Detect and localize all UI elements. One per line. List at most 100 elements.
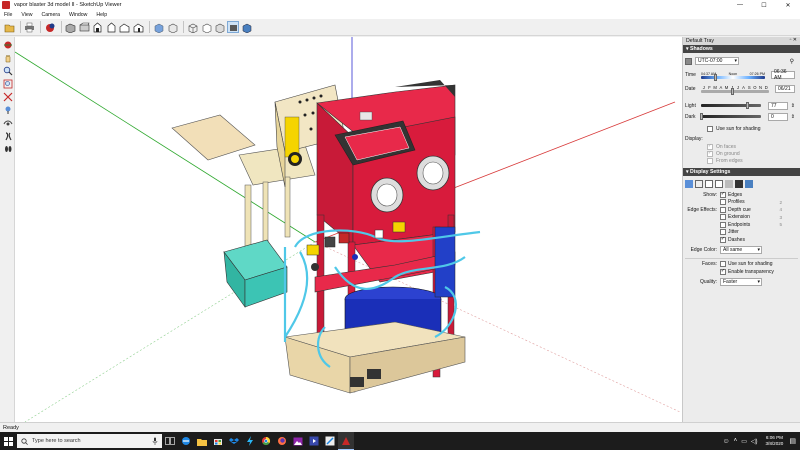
media-player-icon[interactable] <box>306 432 322 450</box>
shaded-icon[interactable] <box>214 21 226 33</box>
footprint-icon[interactable] <box>2 143 13 154</box>
light-spinner[interactable]: ⇕ <box>791 103 795 109</box>
xray-icon[interactable] <box>153 21 165 33</box>
pan-icon[interactable] <box>2 52 13 63</box>
light-slider-thumb[interactable] <box>745 102 749 109</box>
depth-cue-checkbox[interactable] <box>720 206 726 213</box>
use-sun-shading-checkbox[interactable] <box>720 261 726 268</box>
top-view-icon[interactable] <box>78 21 90 33</box>
style-xray-icon[interactable] <box>685 179 693 188</box>
on-ground-checkbox[interactable]: ✓ <box>707 150 713 157</box>
iso-view-icon[interactable] <box>65 21 77 33</box>
info-icon[interactable]: ⚲ <box>790 58 794 65</box>
date-field[interactable]: 06/21 <box>775 85 795 93</box>
back-view-icon[interactable] <box>119 21 131 33</box>
left-view-icon[interactable] <box>132 21 144 33</box>
time-slider-thumb[interactable] <box>713 73 717 81</box>
lightning-app-icon[interactable] <box>242 432 258 450</box>
dark-slider[interactable] <box>699 113 761 120</box>
photos-icon[interactable] <box>290 432 306 450</box>
jitter-checkbox[interactable] <box>720 229 726 236</box>
taskbar-search[interactable]: Type here to search <box>17 434 162 448</box>
microphone-icon[interactable] <box>152 437 158 445</box>
task-view-icon[interactable] <box>162 432 178 450</box>
dashes-checkbox[interactable]: ✓ <box>720 236 726 243</box>
file-explorer-icon[interactable] <box>194 432 210 450</box>
wireframe-icon[interactable] <box>187 21 199 33</box>
dark-spinner[interactable]: ⇕ <box>791 114 795 120</box>
endpoints-checkbox[interactable] <box>720 221 726 228</box>
on-faces-checkbox[interactable]: ✓ <box>707 143 713 150</box>
sketchup-viewer-icon[interactable] <box>338 432 354 450</box>
taskbar-clock[interactable]: 6:06 PM 3/8/2020 <box>765 435 783 446</box>
paint-icon[interactable] <box>322 432 338 450</box>
firefox-icon[interactable] <box>274 432 290 450</box>
close-button[interactable]: ✕ <box>776 0 800 10</box>
shadow-toggle-icon[interactable] <box>685 57 692 65</box>
right-view-icon[interactable] <box>105 21 117 33</box>
position-camera-icon[interactable] <box>2 104 13 115</box>
windows-start-icon[interactable] <box>0 432 16 450</box>
style-shaded-icon[interactable] <box>725 179 733 188</box>
walk-icon[interactable] <box>2 130 13 141</box>
menu-window[interactable]: Window <box>69 12 87 18</box>
style-back-edges-icon[interactable] <box>695 179 703 188</box>
menu-file[interactable]: File <box>4 12 12 18</box>
edge-color-select[interactable]: All same ▾ <box>720 245 762 254</box>
menu-camera[interactable]: Camera <box>42 12 60 18</box>
open-icon[interactable] <box>3 21 15 33</box>
time-slider[interactable] <box>701 73 765 81</box>
store-icon[interactable] <box>210 432 226 450</box>
display-settings-section-header[interactable]: ▾ Display Settings <box>683 168 800 176</box>
date-slider[interactable] <box>701 88 769 95</box>
print-icon[interactable] <box>24 21 36 33</box>
dark-field[interactable]: 0 <box>768 112 788 121</box>
look-around-icon[interactable] <box>2 117 13 128</box>
edge-icon[interactable] <box>178 432 194 450</box>
shaded-textures-icon[interactable] <box>227 21 239 33</box>
enable-transparency-checkbox[interactable]: ✓ <box>720 268 726 275</box>
shadows-section-header[interactable]: ▾ Shadows <box>683 45 800 53</box>
time-field[interactable]: 06:36 AM <box>771 69 795 81</box>
extension-value[interactable]: 3 <box>779 215 782 220</box>
model-info-icon[interactable] <box>44 21 56 33</box>
zoom-window-icon[interactable] <box>2 78 13 89</box>
front-view-icon[interactable] <box>92 21 104 33</box>
notifications-icon[interactable]: ▤ <box>789 437 796 445</box>
from-edges-checkbox[interactable] <box>707 157 713 164</box>
profiles-value[interactable]: 2 <box>779 200 782 205</box>
profiles-checkbox[interactable] <box>720 199 726 206</box>
light-slider[interactable] <box>701 102 761 109</box>
use-sun-checkbox[interactable] <box>707 125 713 132</box>
edges-checkbox[interactable]: ✓ <box>720 191 726 198</box>
people-icon[interactable]: ☺ <box>723 438 730 445</box>
network-icon[interactable]: ▭ <box>741 438 747 445</box>
zoom-extents-icon[interactable] <box>2 91 13 102</box>
dark-slider-thumb[interactable] <box>699 113 703 120</box>
chevron-up-icon[interactable]: ˄ <box>734 438 738 444</box>
back-edges-icon[interactable] <box>166 21 178 33</box>
chrome-icon[interactable] <box>258 432 274 450</box>
monochrome-icon[interactable] <box>241 21 253 33</box>
minimize-button[interactable]: — <box>728 0 752 10</box>
menu-view[interactable]: View <box>21 12 32 18</box>
timezone-select[interactable]: UTC-07:00 ▾ <box>695 57 739 65</box>
quality-select[interactable]: Faster ▾ <box>720 277 762 286</box>
style-hidden-line-icon[interactable] <box>715 179 723 188</box>
menu-help[interactable]: Help <box>96 12 107 18</box>
model-viewport[interactable] <box>15 37 682 422</box>
tray-controls[interactable]: ▫ ✕ <box>790 37 797 43</box>
style-textured-icon[interactable] <box>735 179 743 188</box>
maximize-button[interactable]: ☐ <box>752 0 776 10</box>
style-wireframe-icon[interactable] <box>705 179 713 188</box>
style-monochrome-icon[interactable] <box>745 179 753 188</box>
volume-icon[interactable]: ◁) <box>751 438 758 445</box>
dropbox-icon[interactable] <box>226 432 242 450</box>
extension-checkbox[interactable] <box>720 214 726 221</box>
endpoints-value[interactable]: 5 <box>779 222 782 227</box>
depth-cue-value[interactable]: 4 <box>779 207 782 212</box>
date-slider-thumb[interactable] <box>731 88 735 95</box>
orbit-icon[interactable] <box>2 39 13 50</box>
zoom-icon[interactable] <box>2 65 13 76</box>
hidden-line-icon[interactable] <box>200 21 212 33</box>
